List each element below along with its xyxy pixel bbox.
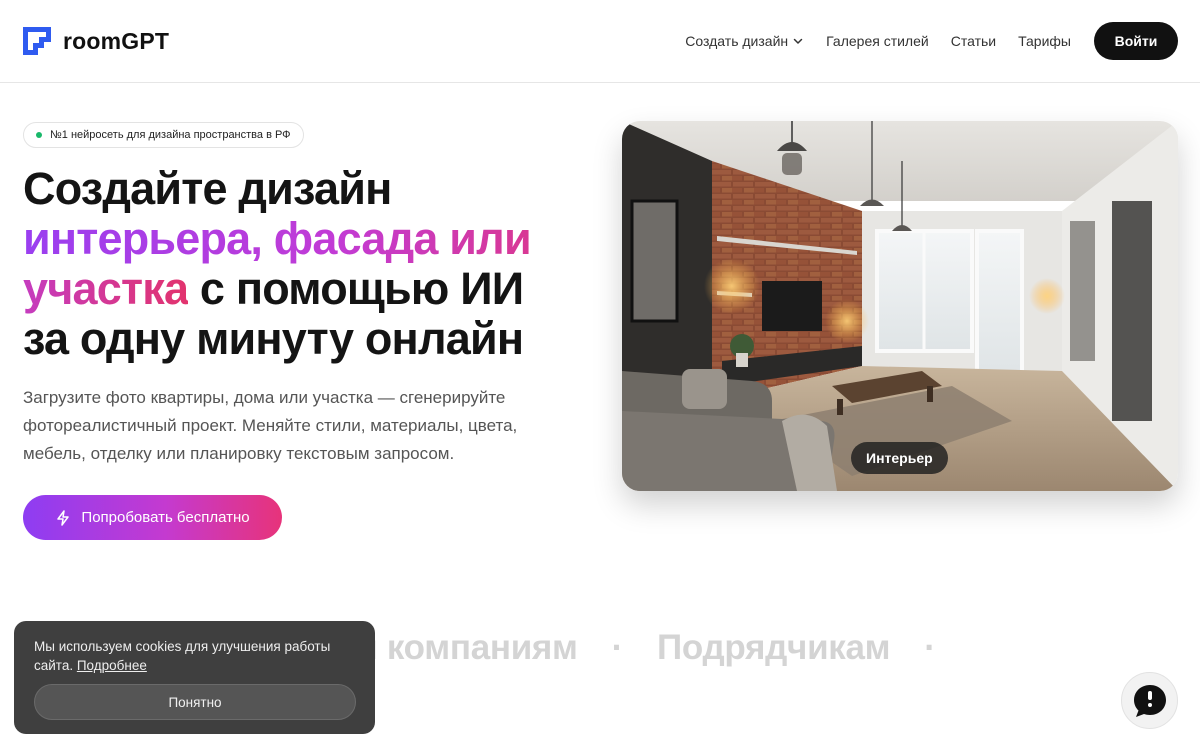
hero-badge: №1 нейросеть для дизайна пространства в …: [23, 122, 304, 148]
hero-title-line-4: за одну минуту онлайн: [23, 313, 524, 364]
nav-item-label: Галерея стилей: [826, 33, 929, 49]
hero-interior-image: Интерьер: [622, 121, 1178, 491]
hero-description: Загрузите фото квартиры, дома или участк…: [23, 388, 518, 463]
hero-title-line-3-rest: с помощью ИИ: [188, 263, 524, 314]
roomgpt-logo-icon: [23, 27, 51, 55]
marquee-item: Подрядчикам: [657, 628, 891, 667]
main-nav: Создать дизайн Галерея стилей Статьи Тар…: [685, 22, 1178, 60]
cookie-banner: Мы используем cookies для улучшения рабо…: [14, 621, 375, 734]
hero-title-line-2: интерьера, фасада или: [23, 214, 593, 264]
login-button[interactable]: Войти: [1094, 22, 1178, 60]
brand-name: roomGPT: [63, 27, 170, 54]
nav-item-label: Создать дизайн: [685, 33, 789, 49]
hero-title-line-3: участка с помощью ИИ: [23, 264, 593, 314]
nav-item-label: Статьи: [950, 33, 997, 49]
chevron-down-icon: [793, 38, 803, 44]
hero-title: Создайте дизайн интерьера, фасада или уч…: [23, 164, 593, 364]
hero-title-line-1: Создайте дизайн: [23, 163, 392, 214]
chat-widget-button[interactable]: [1121, 672, 1178, 729]
marquee-separator: ·: [924, 628, 936, 667]
status-dot-icon: [36, 132, 42, 138]
try-free-button[interactable]: Попробовать бесплатно: [23, 495, 282, 540]
site-header: roomGPT Создать дизайн Галерея стилей Ст…: [0, 0, 1200, 83]
hero-badge-text: №1 нейросеть для дизайна пространства в …: [50, 129, 291, 141]
cookie-text: Мы используем cookies для улучшения рабо…: [34, 637, 355, 675]
lightning-icon: [57, 509, 70, 526]
nav-item-pricing[interactable]: Тарифы: [1018, 33, 1071, 49]
nav-item-label: Тарифы: [1018, 33, 1071, 49]
image-category-label: Интерьер: [851, 442, 948, 474]
interior-photo: [622, 121, 1178, 491]
nav-item-create-design[interactable]: Создать дизайн: [685, 33, 804, 49]
try-free-button-label: Попробовать бесплатно: [81, 509, 250, 526]
cookie-accept-button[interactable]: Понятно: [34, 684, 356, 720]
brand-link[interactable]: roomGPT: [22, 26, 169, 56]
nav-item-articles[interactable]: Статьи: [951, 33, 996, 49]
cookie-more-link[interactable]: Подробнее: [77, 658, 147, 673]
marquee-separator: ·: [611, 628, 624, 667]
chat-bubble-icon: [1133, 684, 1166, 717]
hero-title-highlight: участка: [23, 263, 189, 314]
nav-item-style-gallery[interactable]: Галерея стилей: [826, 33, 929, 49]
